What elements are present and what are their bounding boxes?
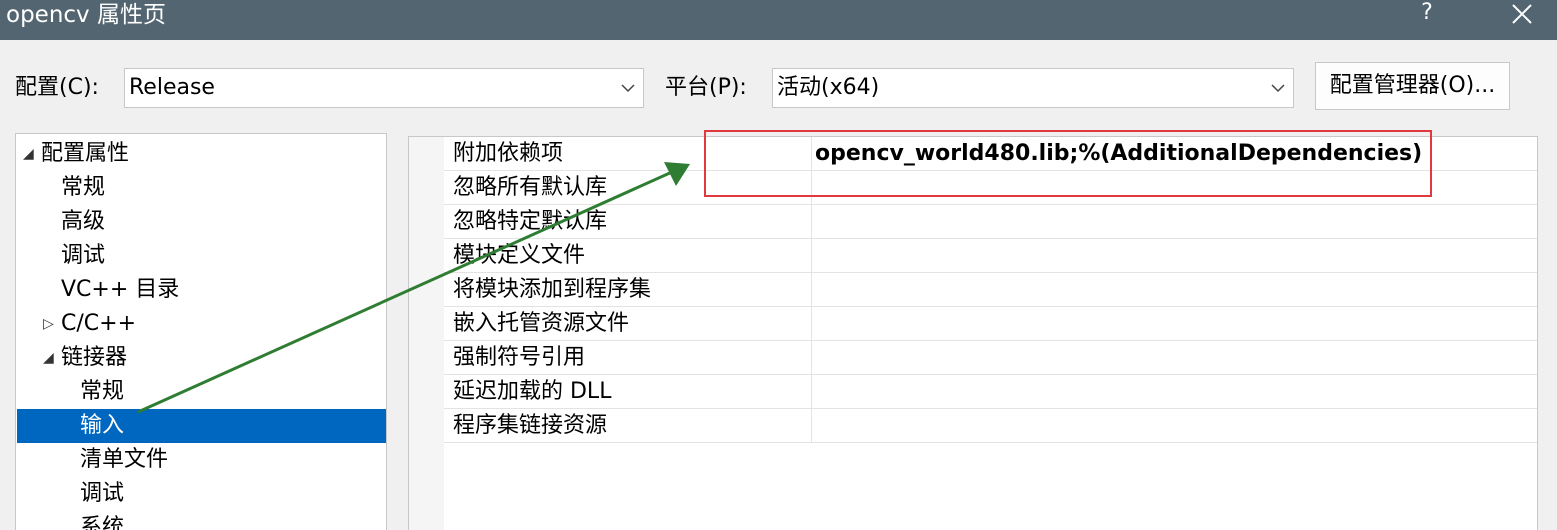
config-dropdown[interactable]: Release: [124, 68, 644, 108]
tree-item-label: 常规: [80, 379, 125, 404]
collapse-icon[interactable]: ◢: [23, 137, 34, 171]
property-name: 将模块添加到程序集: [453, 277, 652, 302]
tree-item-label: 链接器: [61, 345, 128, 370]
config-value: Release: [129, 75, 215, 100]
window-title: opencv 属性页: [6, 2, 166, 28]
property-name: 模块定义文件: [453, 243, 586, 268]
tree-item-label: 清单文件: [80, 447, 169, 472]
property-row-delay-loaded-dlls[interactable]: 延迟加载的 DLL: [444, 375, 1537, 409]
chevron-down-icon: [621, 84, 635, 93]
property-row-assembly-link-resource[interactable]: 程序集链接资源: [444, 409, 1537, 443]
collapse-icon[interactable]: ◢: [43, 341, 54, 375]
property-name: 强制符号引用: [453, 345, 586, 370]
tree-item-config-properties[interactable]: ◢ 配置属性: [17, 137, 386, 171]
tree-item-label: C/C++: [61, 311, 137, 336]
tree-item-linker-debugging[interactable]: 调试: [17, 477, 386, 511]
property-name: 延迟加载的 DLL: [453, 379, 612, 404]
tree-item-label: 输入: [80, 413, 125, 438]
property-row-ignore-specific-default-libs[interactable]: 忽略特定默认库: [444, 205, 1537, 239]
tree-item-label: 常规: [61, 175, 106, 200]
tree-item-label: 配置属性: [41, 141, 130, 166]
help-button[interactable]: ?: [1405, 0, 1449, 28]
property-name: 附加依赖项: [453, 141, 564, 166]
tree-item-c-cpp[interactable]: ▷ C/C++: [17, 307, 386, 341]
platform-value: 活动(x64): [777, 75, 880, 100]
tree-item-linker-general[interactable]: 常规: [17, 375, 386, 409]
chevron-down-icon: [1271, 84, 1285, 93]
tree-item-label: 系统: [80, 515, 125, 530]
tree-item-manifest-file[interactable]: 清单文件: [17, 443, 386, 477]
property-value[interactable]: opencv_world480.lib;%(AdditionalDependen…: [815, 137, 1422, 171]
property-name: 程序集链接资源: [453, 413, 608, 438]
platform-label: 平台(P):: [665, 75, 747, 100]
property-grid[interactable]: 附加依赖项 opencv_world480.lib;%(AdditionalDe…: [408, 136, 1538, 530]
grid-gutter: [409, 137, 444, 530]
tree-item-general[interactable]: 常规: [17, 171, 386, 205]
property-row-ignore-all-default-libs[interactable]: 忽略所有默认库: [444, 171, 1537, 205]
title-bar: opencv 属性页 ?: [0, 0, 1557, 40]
tree-item-linker-input[interactable]: 输入: [17, 409, 386, 443]
property-name: 忽略特定默认库: [453, 209, 608, 234]
configuration-manager-button[interactable]: 配置管理器(O)...: [1315, 62, 1510, 110]
tree-item-label: 调试: [61, 243, 106, 268]
tree-item-label: 调试: [80, 481, 125, 506]
property-row-add-module-to-assembly[interactable]: 将模块添加到程序集: [444, 273, 1537, 307]
property-tree[interactable]: ◢ 配置属性 常规 高级 调试 VC++ 目录 ▷ C/C++ ◢ 链接器 常规…: [15, 133, 387, 530]
tree-item-advanced[interactable]: 高级: [17, 205, 386, 239]
property-name: 嵌入托管资源文件: [453, 311, 630, 336]
property-row-force-symbol-references[interactable]: 强制符号引用: [444, 341, 1537, 375]
property-name: 忽略所有默认库: [453, 175, 608, 200]
close-icon: [1512, 4, 1532, 24]
platform-dropdown[interactable]: 活动(x64): [772, 68, 1294, 108]
config-label: 配置(C):: [15, 75, 99, 100]
property-row-embed-managed-resource[interactable]: 嵌入托管资源文件: [444, 307, 1537, 341]
tree-item-vc-directories[interactable]: VC++ 目录: [17, 273, 386, 307]
tree-item-system[interactable]: 系统: [17, 511, 386, 530]
column-separator: [811, 137, 812, 443]
tree-item-linker[interactable]: ◢ 链接器: [17, 341, 386, 375]
close-button[interactable]: [1500, 0, 1544, 28]
tree-item-label: 高级: [61, 209, 106, 234]
property-row-additional-dependencies[interactable]: 附加依赖项 opencv_world480.lib;%(AdditionalDe…: [444, 137, 1537, 171]
tree-item-label: VC++ 目录: [61, 277, 180, 302]
property-row-module-definition-file[interactable]: 模块定义文件: [444, 239, 1537, 273]
expand-icon[interactable]: ▷: [43, 307, 54, 341]
tree-item-debugging[interactable]: 调试: [17, 239, 386, 273]
